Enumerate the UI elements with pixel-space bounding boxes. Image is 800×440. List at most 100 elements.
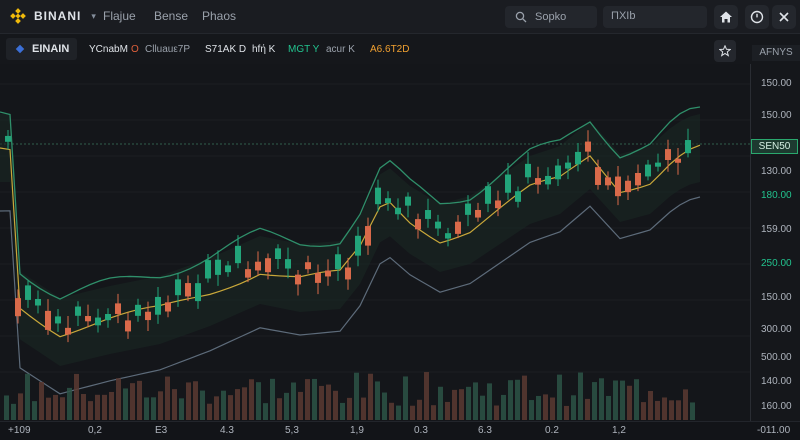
indicator-6: acur K (326, 44, 355, 55)
volume-bar (256, 382, 261, 420)
candle-body (145, 311, 151, 321)
volume-bar (200, 390, 205, 420)
candle-body (425, 210, 431, 219)
candle-body (435, 221, 441, 229)
nav-item-3[interactable]: Phaos (202, 9, 236, 23)
volume-bar (172, 389, 177, 420)
candle-body (475, 209, 481, 218)
candle-body (515, 191, 521, 202)
volume-bar (501, 394, 506, 420)
volume-bar (459, 389, 464, 420)
candle-body (165, 302, 171, 312)
candle-body (85, 316, 91, 322)
volume-bar (46, 397, 51, 420)
time-axis-label: E3 (155, 425, 168, 436)
candle-body (385, 198, 391, 204)
nav-item-2[interactable]: Bense (154, 9, 188, 23)
time-axis-label: 6.3 (478, 425, 492, 436)
favorite-button[interactable] (714, 40, 736, 62)
bollinger-band (0, 114, 700, 366)
volume-bar (354, 372, 359, 420)
candlestick-chart[interactable] (0, 64, 750, 440)
candle-body (65, 327, 71, 335)
price-axis-label: 140.00 (761, 376, 792, 387)
volume-bar (494, 405, 499, 420)
volume-bar (123, 388, 128, 420)
volume-bar (130, 383, 135, 420)
volume-bar (676, 400, 681, 420)
clock-button[interactable] (745, 5, 769, 29)
chevron-down-icon[interactable]: ▾ (91, 11, 96, 22)
candle-body (505, 174, 511, 193)
volume-bar (67, 387, 72, 420)
volume-bar (627, 385, 632, 420)
candle-body (235, 245, 241, 264)
candle-body (495, 200, 501, 209)
close-icon (779, 12, 789, 22)
search-placeholder: Sopko (535, 11, 567, 23)
symbol-selector[interactable]: EINAIN (6, 38, 78, 60)
candle-body (35, 298, 41, 306)
volume-bar (186, 382, 191, 420)
secondary-search[interactable]: ΠΧΙb (603, 6, 707, 28)
candle-body (125, 320, 131, 332)
candle-body (225, 265, 231, 273)
candle-body (445, 233, 451, 239)
time-axis[interactable]: +109 0,2 E3 4.3 5,3 1,9 0.3 6.3 0.2 1,2 -011.00 (0, 421, 800, 440)
volume-bar (445, 401, 450, 420)
volume-bar (438, 386, 443, 420)
volume-bar (116, 378, 121, 420)
search-input[interactable]: Sopko (505, 6, 597, 28)
indicator-2: Clluauε7P (145, 44, 191, 55)
volume-bar (389, 402, 394, 420)
binance-logo-icon (10, 8, 26, 24)
volume-bar (543, 394, 548, 420)
volume-bar (529, 400, 534, 420)
candle-body (595, 167, 601, 185)
candle-body (375, 187, 381, 205)
volume-bar (508, 380, 513, 420)
volume-bar (375, 381, 380, 420)
price-axis-label: 180.00 (761, 190, 792, 201)
volume-bar (599, 378, 604, 420)
candle-body (525, 163, 531, 178)
brand-name: BINANI (34, 9, 82, 23)
volume-bar (193, 381, 198, 420)
volume-bar (557, 374, 562, 420)
logo[interactable]: BINANI ▾ (10, 8, 96, 24)
volume-bar (298, 391, 303, 420)
close-button[interactable] (772, 5, 796, 29)
volume-bar (487, 383, 492, 420)
volume-bar (480, 395, 485, 420)
volume-bar (32, 401, 37, 420)
volume-bar (291, 382, 296, 420)
indicator-5: MGT Y (288, 44, 320, 55)
time-axis-label: 5,3 (285, 425, 299, 436)
indicator-7: A6.6T2D (370, 44, 410, 55)
candle-body (45, 310, 51, 330)
volume-bar (466, 386, 471, 420)
indicator-1: O (131, 44, 139, 55)
candle-body (405, 196, 411, 206)
candle-body (185, 283, 191, 297)
candle-body (635, 172, 641, 186)
time-axis-label: 0,2 (88, 425, 102, 436)
current-price-tag: SEN50 (751, 139, 798, 154)
volume-bar (137, 380, 142, 420)
candle-body (585, 141, 591, 152)
volume-bar (473, 382, 478, 420)
home-button[interactable] (714, 5, 738, 29)
candle-body (175, 279, 181, 296)
candle-body (355, 235, 361, 256)
candle-body (555, 165, 561, 180)
volume-bar (88, 401, 93, 420)
volume-bar (683, 389, 688, 420)
volume-bar (690, 402, 695, 420)
volume-bar (235, 389, 240, 420)
nav-item-1[interactable]: Flajue (103, 9, 136, 23)
candle-body (685, 140, 691, 154)
price-axis[interactable]: 150.00 150.00 130.00 180.00 159.00 250.00 150.… (750, 64, 800, 424)
volume-bar (53, 394, 58, 420)
alerts-label[interactable]: AFNYS (752, 45, 800, 61)
volume-bar (151, 397, 156, 420)
